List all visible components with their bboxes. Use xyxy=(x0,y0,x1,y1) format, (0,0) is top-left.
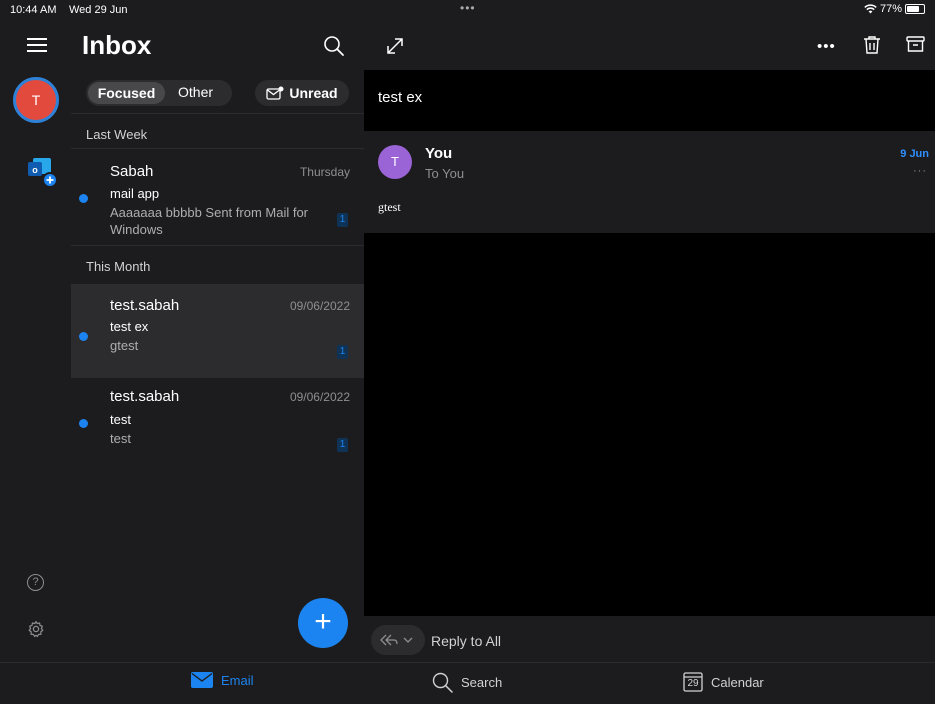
account-avatar[interactable]: T xyxy=(13,77,59,123)
reply-all-field[interactable]: Reply to All xyxy=(431,633,501,649)
unread-dot xyxy=(79,332,88,341)
tab-email-label: Email xyxy=(221,672,254,688)
status-right: 77% xyxy=(864,3,925,15)
item-subject: test ex xyxy=(110,319,149,334)
hamburger-icon[interactable] xyxy=(27,38,47,52)
item-subject: test xyxy=(110,412,131,427)
wifi-icon xyxy=(864,4,877,14)
item-preview: gtest xyxy=(110,338,139,353)
list-item[interactable]: test.sabah 09/06/2022 test test 1 xyxy=(71,379,364,474)
battery-percent: 77% xyxy=(879,3,902,15)
search-icon[interactable] xyxy=(322,34,346,58)
message-more-icon[interactable]: ··· xyxy=(913,165,927,177)
item-sender: test.sabah xyxy=(110,388,180,405)
unread-dot xyxy=(79,194,88,203)
tab-email[interactable]: Email xyxy=(191,672,254,688)
tab-search-label: Search xyxy=(461,675,503,690)
item-subject: mail app xyxy=(110,186,160,201)
sender-avatar: T xyxy=(378,145,412,179)
page-title: Inbox xyxy=(82,30,152,60)
message-date: 9 Jun xyxy=(900,148,929,160)
focused-other-toggle: Focused Other xyxy=(86,80,232,106)
archive-icon[interactable] xyxy=(906,35,925,54)
envelope-unread-icon xyxy=(266,86,284,100)
tab-other[interactable]: Other xyxy=(178,84,213,100)
compose-button[interactable]: + xyxy=(298,598,348,648)
calendar-day: 29 xyxy=(687,678,699,689)
chevron-down-icon xyxy=(403,637,413,643)
message-sender: You xyxy=(425,145,453,162)
help-icon[interactable]: ? xyxy=(27,574,44,591)
tab-search[interactable]: Search xyxy=(432,672,502,693)
thread-count-badge: 1 xyxy=(337,438,348,452)
calendar-icon: 29 xyxy=(683,672,703,692)
search-icon xyxy=(432,672,453,693)
item-sender: Sabah xyxy=(110,163,154,180)
section-header-last-week: Last Week xyxy=(86,127,148,142)
status-bar: 10:44 AM Wed 29 Jun ••• 77% xyxy=(0,0,935,20)
item-sender: test.sabah xyxy=(110,297,180,314)
outlook-add-icon[interactable]: o xyxy=(22,152,58,188)
tab-calendar[interactable]: 29 Calendar xyxy=(683,672,764,692)
reading-toolbar xyxy=(364,20,935,70)
status-time: 10:44 AM xyxy=(10,4,57,16)
more-icon[interactable]: ••• xyxy=(817,38,836,55)
unread-filter-button[interactable]: Unread xyxy=(255,80,349,106)
mail-icon xyxy=(191,672,213,688)
item-preview: test xyxy=(110,431,131,446)
tab-calendar-label: Calendar xyxy=(711,674,764,690)
svg-text:o: o xyxy=(32,165,38,175)
item-date: 09/06/2022 xyxy=(289,299,350,313)
multitasking-dots[interactable]: ••• xyxy=(460,1,476,15)
unread-dot xyxy=(79,419,88,428)
thread-count-badge: 1 xyxy=(337,345,348,359)
item-date: 09/06/2022 xyxy=(289,390,350,404)
status-date: Wed 29 Jun xyxy=(69,4,128,16)
message-subject: test ex xyxy=(378,89,423,106)
expand-icon[interactable] xyxy=(385,36,405,56)
list-item[interactable]: Sabah Thursday mail app Aaaaaaa bbbbb Se… xyxy=(71,149,364,244)
divider xyxy=(71,113,364,114)
thread-count-badge: 1 xyxy=(337,213,348,227)
section-header-this-month: This Month xyxy=(86,259,151,274)
message-body: gtest xyxy=(378,200,401,214)
message-recipient: To You xyxy=(425,166,465,181)
list-item-selected[interactable]: test.sabah 09/06/2022 test ex gtest 1 xyxy=(71,284,364,378)
trash-icon[interactable] xyxy=(863,35,881,55)
item-date: Thursday xyxy=(299,165,350,179)
item-preview: Aaaaaaa bbbbb Sent from Mail for Windows xyxy=(110,205,309,237)
gear-icon[interactable] xyxy=(27,620,45,638)
tab-focused[interactable]: Focused xyxy=(88,82,165,104)
battery-icon xyxy=(905,4,925,14)
unread-label: Unread xyxy=(289,85,338,101)
reply-options-button[interactable] xyxy=(371,625,425,655)
reply-all-icon xyxy=(380,634,398,646)
divider xyxy=(71,245,364,246)
